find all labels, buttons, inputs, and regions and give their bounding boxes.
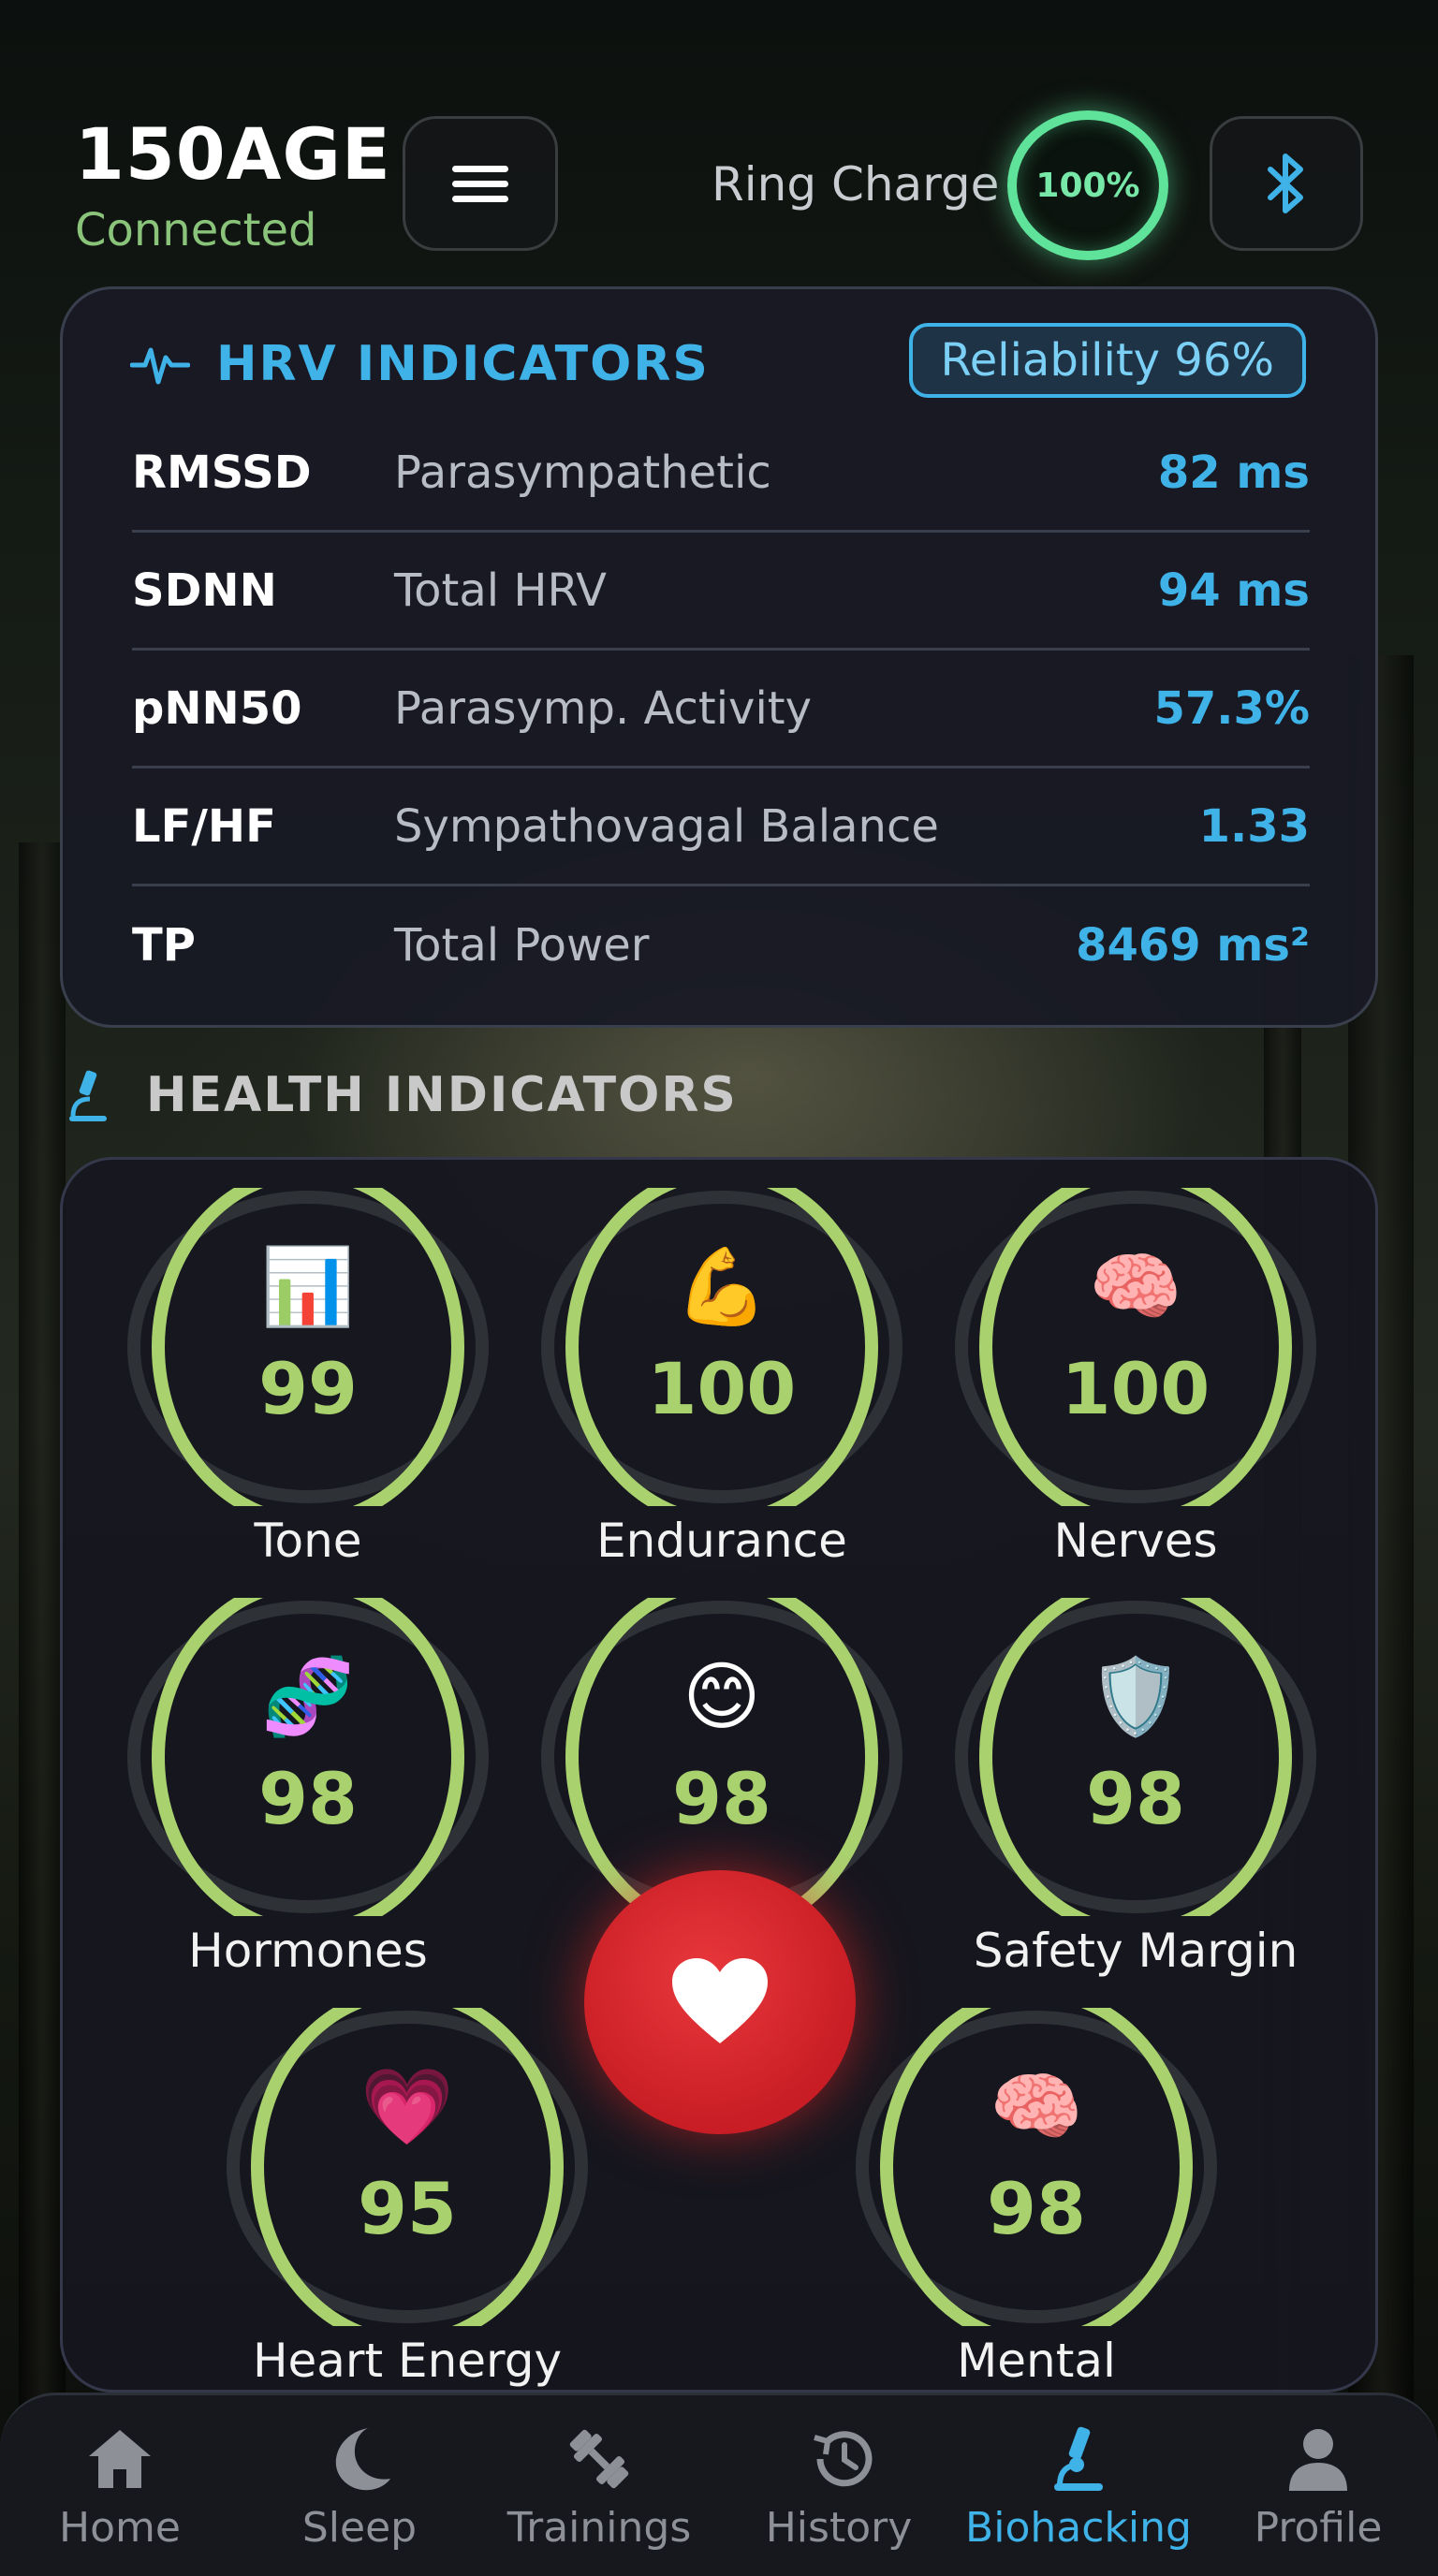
hrv-row: LF/HF Sympathovagal Balance 1.33 [132,768,1310,886]
ring-charge-indicator: 100% [1007,110,1168,260]
health-indicators-card: 📊 99 Tone 💪 100 Endurance 🧠 100 Nerves 🧬… [60,1157,1378,2393]
hrv-desc: Total HRV [394,564,608,617]
gauge-value: 100 [647,1347,797,1430]
nav-item-home[interactable]: Home [3,2420,237,2552]
hrv-desc: Parasympathetic [394,446,771,499]
hrv-key: RMSSD [132,446,312,499]
history-icon [814,2431,873,2487]
nav-item-history[interactable]: History [722,2420,956,2552]
dna-icon: 🧬 [261,1653,355,1740]
hrv-key: SDNN [132,564,277,617]
gauge-label: Safety Margin [973,1924,1299,1978]
hrv-desc: Total Power [394,919,650,972]
dumbbell-icon [569,2429,629,2489]
nav-item-profile[interactable]: Profile [1201,2420,1435,2552]
reliability-badge: Reliability 96% [908,323,1306,398]
hrv-row: RMSSD Parasympathetic 82 ms [132,415,1310,533]
gauge-value: 98 [258,1757,358,1840]
bluetooth-icon [1268,154,1303,213]
gauge-label: Nerves [1053,1514,1218,1568]
nav-label: Trainings [506,2504,692,2552]
gauge-heart-energy[interactable]: 💗 95 Heart Energy [224,2008,591,2388]
heart-icon: 💗 [360,2063,454,2150]
gauge-tone[interactable]: 📊 99 Tone [125,1188,492,1568]
hrv-value: 94 ms [1157,564,1310,617]
hrv-title: HRV INDICATORS [216,336,710,392]
gauge-safety-margin[interactable]: 🛡️ 98 Safety Margin [952,1598,1319,1978]
hrv-indicators-card: HRV INDICATORS Reliability 96% RMSSD Par… [60,286,1378,1028]
bottom-navigation: Home Sleep Trainings History Biohacking … [0,2393,1438,2576]
bluetooth-button[interactable] [1210,116,1363,251]
gauge-label: Mental [957,2334,1116,2388]
hrv-value: 1.33 [1198,799,1310,853]
heart-action-button[interactable] [584,1870,856,2134]
pulse-icon [130,347,190,385]
gauge-label: Tone [254,1514,362,1568]
gauge-hormones[interactable]: 🧬 98 Hormones [125,1598,492,1978]
hamburger-icon [452,157,508,211]
hrv-desc: Sympathovagal Balance [394,799,939,853]
nav-label: Home [59,2504,181,2552]
muscle-icon: 💪 [675,1243,769,1330]
heart-icon [672,1958,768,2043]
smile-icon: 😊 [682,1653,761,1740]
ring-charge-label: Ring Charge [712,157,1000,212]
nav-item-trainings[interactable]: Trainings [482,2420,716,2552]
gauge-label: Endurance [596,1514,847,1568]
hrv-value: 82 ms [1157,446,1310,499]
tree-trunk [19,842,66,2434]
app-title: 150AGE [75,112,391,196]
hrv-key: LF/HF [132,799,276,853]
nav-label: History [765,2504,913,2552]
moon-icon [335,2428,390,2491]
chart-icon: 📊 [261,1243,355,1330]
microscope-icon [1054,2426,1103,2491]
hrv-key: TP [132,919,196,972]
nav-item-sleep[interactable]: Sleep [242,2420,477,2552]
hrv-row: pNN50 Parasymp. Activity 57.3% [132,651,1310,768]
nav-label: Sleep [301,2504,418,2552]
ring-charge-value: 100% [1035,166,1140,205]
gauge-value: 98 [672,1757,771,1840]
microscope-icon [69,1070,107,1121]
brain-icon: 🧠 [1089,1243,1182,1330]
gauge-value: 98 [1086,1757,1185,1840]
gauge-mental[interactable]: 🧠 98 Mental [853,2008,1220,2388]
hrv-value: 8469 ms² [1076,919,1310,972]
health-indicators-heading: HEALTH INDICATORS [66,1067,738,1123]
hrv-row: TP Total Power 8469 ms² [132,886,1310,1004]
home-icon [89,2430,151,2488]
hrv-key: pNN50 [132,681,302,735]
hrv-desc: Parasymp. Activity [394,681,813,735]
gauge-label: Hormones [188,1924,428,1978]
menu-button[interactable] [403,116,558,251]
gauge-value: 98 [987,2167,1086,2250]
gauge-endurance[interactable]: 💪 100 Endurance [538,1188,905,1568]
connection-status: Connected [75,204,317,256]
brain-icon: 🧠 [990,2063,1083,2150]
gauge-value: 99 [258,1347,358,1430]
gauge-value: 95 [358,2167,457,2250]
nav-item-biohacking[interactable]: Biohacking [961,2420,1196,2552]
nav-label: Profile [1254,2504,1383,2552]
hrv-row: SDNN Total HRV 94 ms [132,533,1310,651]
health-title: HEALTH INDICATORS [146,1067,738,1123]
gauge-label: Heart Energy [252,2334,563,2388]
shield-icon: 🛡️ [1089,1653,1182,1740]
gauge-value: 100 [1061,1347,1211,1430]
person-icon [1289,2429,1347,2491]
hrv-value: 57.3% [1153,681,1310,735]
gauge-nerves[interactable]: 🧠 100 Nerves [952,1188,1319,1568]
nav-label: Biohacking [965,2504,1192,2552]
